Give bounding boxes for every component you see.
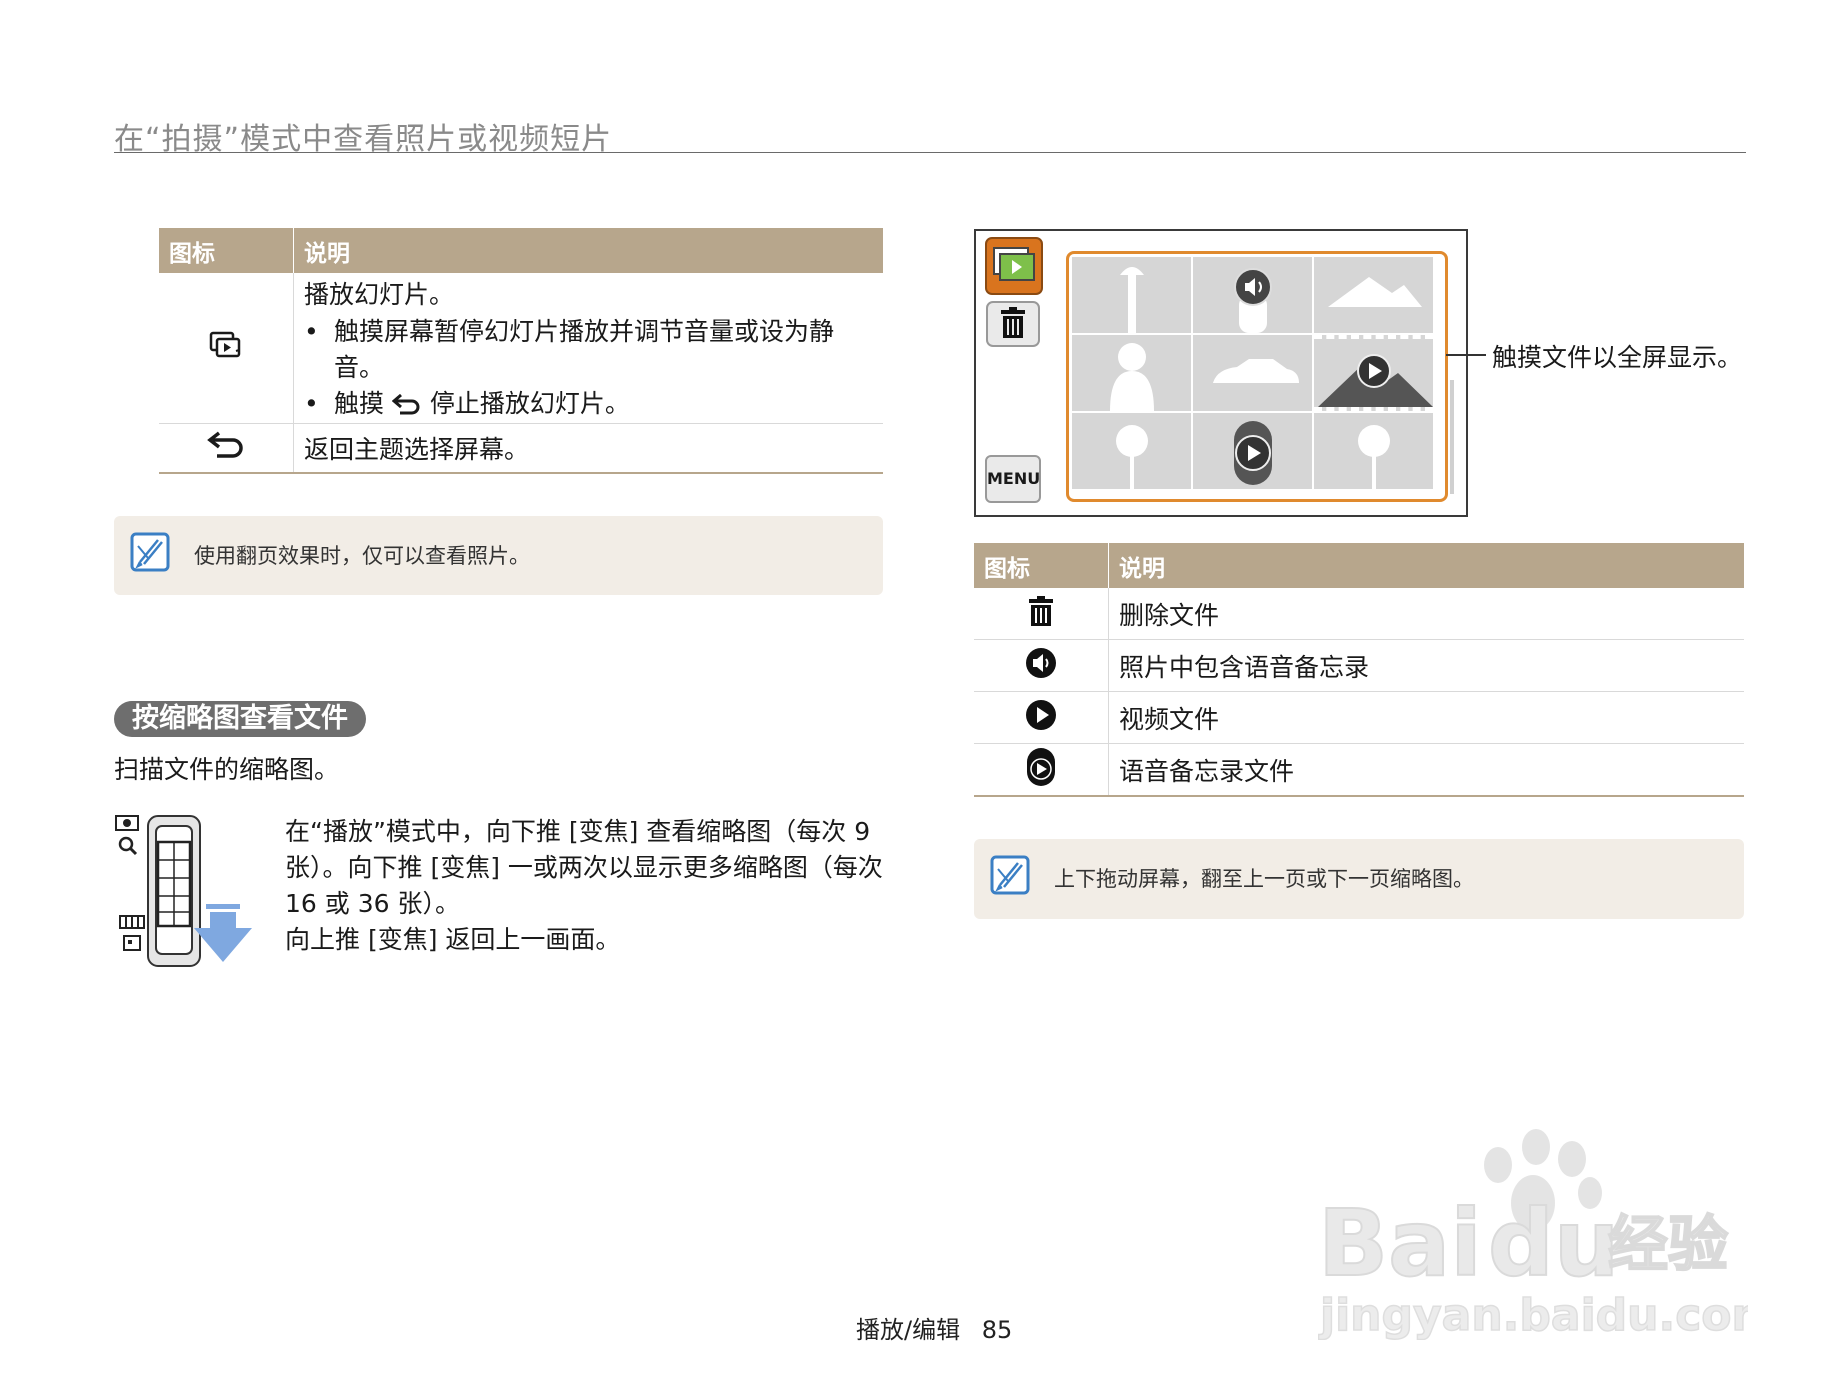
video-play-icon — [1026, 699, 1056, 730]
note-box: 使用翻页效果时，仅可以查看照片。 — [114, 516, 883, 595]
svg-text:jingyan.baidu.com: jingyan.baidu.com — [1318, 1290, 1748, 1340]
voice-file-icon — [1234, 421, 1272, 485]
table-row: 语音备忘录文件 — [974, 743, 1744, 797]
svg-text:Bai: Bai — [1318, 1190, 1482, 1297]
table-row: 视频文件 — [974, 691, 1744, 744]
zoom-instruction-line: 向上推 [变焦] 返回上一画面。 — [285, 925, 621, 954]
thumbnail-grid — [1066, 251, 1448, 502]
table-row: 播放幻灯片。 触摸屏幕暂停幻灯片播放并调节音量或设为静音。 触摸 停止播放幻灯片… — [159, 273, 883, 424]
zoom-lever-illustration — [115, 815, 252, 967]
table-row: 照片中包含语音备忘录 — [974, 639, 1744, 692]
page-footer: 播放/编辑 85 — [856, 1310, 1012, 1345]
icon-cell — [159, 423, 294, 474]
bullet-item: 触摸屏幕暂停幻灯片播放并调节音量或设为静音。 — [304, 314, 873, 386]
icon-cell — [974, 588, 1109, 640]
scrollbar[interactable] — [1450, 380, 1454, 494]
voice-memo-icon — [1234, 268, 1272, 306]
callout-line — [1446, 354, 1486, 356]
baidu-watermark: Bai du 经验 jingyan.baidu.com — [1318, 1129, 1748, 1340]
thumbnail-tile[interactable] — [1314, 335, 1433, 411]
magnifier-icon — [118, 836, 138, 856]
section-subtitle: 扫描文件的缩略图。 — [114, 755, 340, 784]
description-cell: 删除文件 — [1108, 588, 1744, 640]
thumbnail-icon-table: 图标 说明 删除文件 照片中包含语音备忘录 视频文件 语音备忘录文件 — [974, 543, 1744, 797]
tele-icon — [115, 815, 139, 831]
thumbnail-tile[interactable] — [1193, 413, 1312, 489]
table-row: 删除文件 — [974, 588, 1744, 640]
table-header-row: 图标 说明 — [974, 543, 1744, 588]
icon-cell — [974, 639, 1109, 692]
svg-text:经验: 经验 — [1608, 1210, 1728, 1280]
zoom-instructions: 在“播放”模式中，向下推 [变焦] 查看缩略图（每次 9 张）。向下推 [变焦]… — [285, 814, 885, 958]
video-image — [1318, 354, 1433, 407]
bullet-text-post: 停止播放幻灯片。 — [429, 389, 630, 418]
section-heading: 按缩略图查看文件 — [114, 701, 366, 737]
note-icon — [990, 855, 1030, 895]
bullet-text-pre: 触摸 — [334, 389, 385, 418]
thumbnail-icon — [123, 935, 141, 951]
page-number: 85 — [981, 1316, 1013, 1344]
note-text: 上下拖动屏幕，翻至上一页或下一页缩略图。 — [1054, 867, 1474, 891]
car-image — [1213, 359, 1299, 383]
thumbnail-tile[interactable] — [1193, 335, 1312, 411]
column-header-description: 说明 — [1108, 543, 1744, 588]
callout-text: 触摸文件以全屏显示。 — [1492, 343, 1743, 372]
slideshow-icon — [209, 331, 241, 358]
trash-icon — [1029, 595, 1053, 626]
menu-button[interactable]: MENU — [985, 455, 1041, 503]
zoom-instruction-line: 在“播放”模式中，向下推 [变焦] 查看缩略图（每次 9 张）。向下推 [变焦]… — [285, 817, 883, 918]
voice-file-image — [1234, 421, 1272, 485]
bullet-item: 触摸 停止播放幻灯片。 — [304, 386, 873, 422]
thumbnail-tile[interactable] — [1193, 257, 1312, 333]
slideshow-icon-table: 图标 说明 播放幻灯片。 触摸屏幕暂停幻灯片播放并调节音量或设为静音。 触摸 停… — [159, 228, 883, 474]
note-text: 使用翻页效果时，仅可以查看照片。 — [194, 544, 530, 568]
column-header-icon: 图标 — [974, 543, 1109, 588]
icon-cell — [974, 691, 1109, 744]
person-image — [1234, 268, 1272, 333]
table-header-row: 图标 说明 — [159, 228, 883, 273]
flower-image — [1358, 425, 1390, 489]
voice-file-icon — [1027, 747, 1055, 786]
title-divider — [114, 152, 1746, 153]
wide-icon — [119, 915, 145, 929]
woman-image — [1110, 343, 1154, 411]
video-play-icon — [1357, 354, 1391, 388]
thumbnail-tile[interactable] — [1314, 413, 1433, 489]
icon-cell — [159, 273, 294, 424]
description-cell: 照片中包含语音备忘录 — [1108, 639, 1744, 692]
row-title: 播放幻灯片。 — [304, 280, 455, 309]
icon-cell — [974, 743, 1109, 797]
note-icon — [130, 532, 170, 572]
trash-icon — [1001, 307, 1025, 338]
back-icon — [207, 431, 243, 458]
thumbnail-tile[interactable] — [1072, 257, 1191, 333]
description-cell: 返回主题选择屏幕。 — [293, 423, 883, 474]
thumbnail-tile[interactable] — [1072, 335, 1191, 411]
description-cell: 视频文件 — [1108, 691, 1744, 744]
note-box: 上下拖动屏幕，翻至上一页或下一页缩略图。 — [974, 839, 1744, 919]
thumbnail-tile[interactable] — [1314, 257, 1433, 333]
voice-memo-icon — [1026, 647, 1056, 678]
footer-section: 播放/编辑 — [856, 1316, 961, 1344]
delete-button[interactable] — [985, 300, 1041, 348]
svg-text:du: du — [1488, 1190, 1619, 1297]
description-cell: 语音备忘录文件 — [1108, 743, 1744, 797]
table-row: 返回主题选择屏幕。 — [159, 423, 883, 474]
flower-image — [1116, 425, 1148, 489]
thumbnail-tile[interactable] — [1072, 413, 1191, 489]
slideshow-button[interactable] — [984, 236, 1050, 300]
description-cell: 播放幻灯片。 触摸屏幕暂停幻灯片播放并调节音量或设为静音。 触摸 停止播放幻灯片… — [293, 273, 883, 424]
column-header-description: 说明 — [293, 228, 883, 273]
column-header-icon: 图标 — [159, 228, 294, 273]
back-icon — [391, 394, 420, 415]
mountain-image — [1328, 277, 1422, 307]
lamp-post-image — [1120, 267, 1144, 333]
